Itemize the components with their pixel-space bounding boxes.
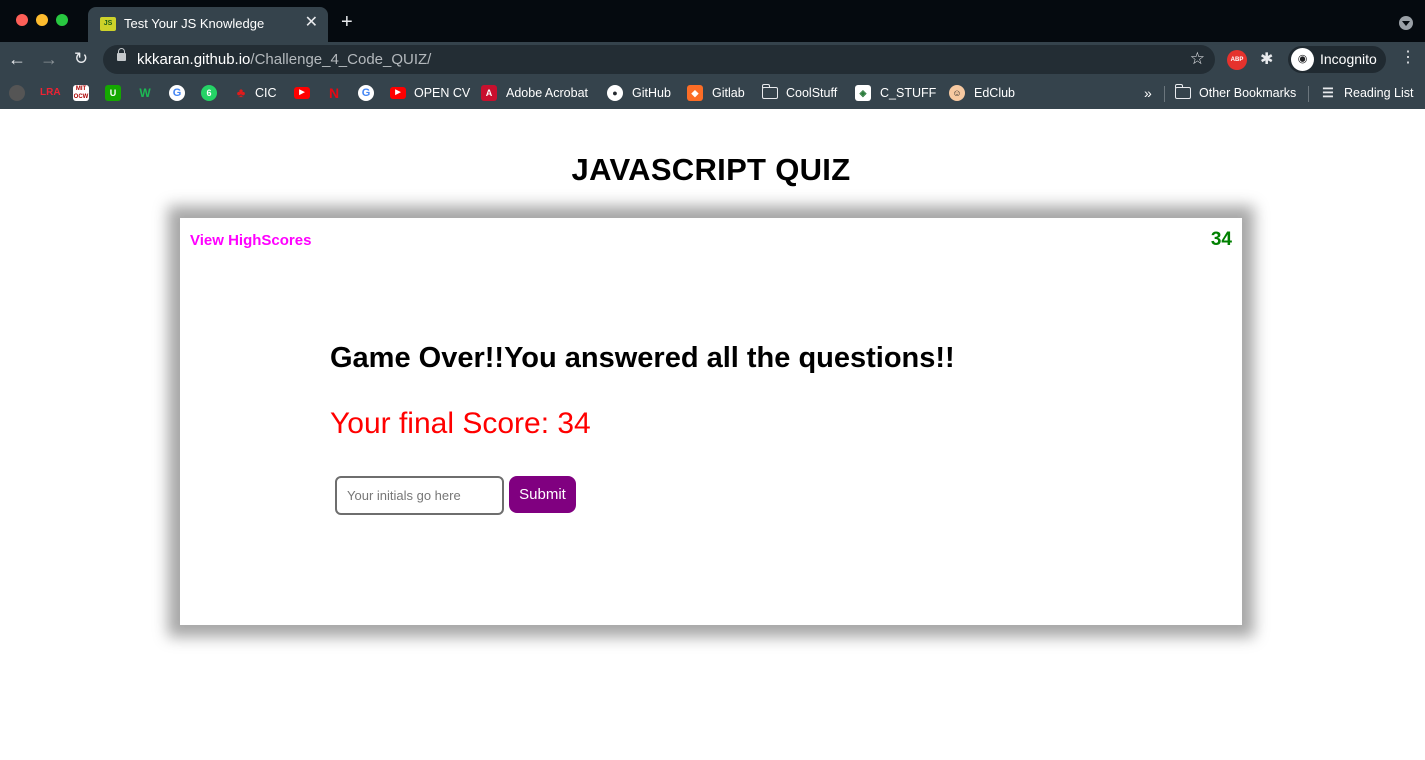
url-text[interactable]: kkkaran.github.io/Challenge_4_Code_QUIZ/ — [137, 51, 431, 68]
whatsapp-icon: 6 — [201, 85, 217, 101]
incognito-profile-button[interactable]: ◉ Incognito — [1288, 46, 1386, 73]
other-bookmarks-folder[interactable]: Other Bookmarks — [1175, 83, 1296, 103]
timer-value: 34 — [1210, 229, 1232, 250]
incognito-icon: ◉ — [1291, 48, 1314, 71]
bookmark-edclub[interactable]: ☺ EdClub — [949, 83, 1015, 103]
bookmark-label: EdClub — [974, 86, 1015, 100]
view-highscores-link[interactable]: View HighScores — [190, 232, 311, 249]
google-icon: G — [169, 85, 185, 101]
youtube-icon: ▶ — [390, 87, 406, 99]
bookmark-coolstuff[interactable]: CoolStuff — [762, 83, 837, 103]
reading-list-icon: ☰ — [1322, 85, 1334, 100]
active-tab[interactable]: JS Test Your JS Knowledge ✕ — [88, 7, 328, 42]
bookmark-label: Adobe Acrobat — [506, 86, 589, 100]
url-path: /Challenge_4_Code_QUIZ/ — [250, 51, 432, 68]
bookmark-item[interactable]: MIT OCW — [73, 83, 95, 103]
bookmark-star-icon[interactable]: ☆ — [1190, 49, 1205, 69]
bookmark-item[interactable] — [9, 83, 31, 103]
close-tab-icon[interactable]: ✕ — [305, 14, 318, 32]
w-icon: W — [139, 86, 151, 100]
bookmark-item[interactable]: U — [105, 83, 127, 103]
youtube-icon: ▶ — [294, 87, 310, 99]
cstuff-icon: ◈ — [855, 85, 871, 101]
mit-ocw-icon: MIT OCW — [73, 85, 89, 101]
quiz-favicon-icon: JS — [100, 17, 116, 31]
bookmark-label: CIC — [255, 86, 277, 100]
bookmark-item[interactable]: G — [358, 83, 380, 103]
browser-menu-icon[interactable]: ⋮ — [1400, 49, 1416, 67]
edclub-icon: ☺ — [949, 85, 965, 101]
close-window-button[interactable] — [16, 14, 28, 26]
bookmark-item[interactable]: ▶ — [294, 83, 316, 103]
reload-icon[interactable]: ↻ — [70, 48, 92, 70]
forward-arrow-icon[interactable]: → — [38, 48, 60, 70]
final-score-text: Your final Score: 34 — [330, 407, 591, 440]
extensions-puzzle-icon[interactable]: ✱ — [1260, 49, 1273, 69]
address-bar[interactable]: kkkaran.github.io/Challenge_4_Code_QUIZ/… — [103, 45, 1215, 74]
back-arrow-icon[interactable]: ← — [6, 48, 28, 70]
web-page: JAVASCRIPT QUIZ View HighScores 34 Game … — [0, 109, 1425, 760]
maple-leaf-icon: ♣ — [236, 85, 246, 100]
reading-list-button[interactable]: ☰ Reading List — [1320, 83, 1414, 103]
circle-icon — [9, 85, 25, 101]
initials-input[interactable] — [335, 476, 504, 515]
other-bookmarks-label: Other Bookmarks — [1199, 86, 1297, 100]
minimize-window-button[interactable] — [36, 14, 48, 26]
bookmark-item[interactable]: LRA — [40, 83, 64, 103]
page-title: JAVASCRIPT QUIZ — [571, 152, 851, 187]
browser-toolbar: ← → ↻ kkkaran.github.io/Challenge_4_Code… — [0, 42, 1425, 77]
game-over-heading: Game Over!!You answered all the question… — [330, 342, 955, 374]
bookmarks-bar: LRA MIT OCW U W G 6 ♣ CIC ▶ N G ▶ OPEN CV A… — [0, 77, 1425, 109]
bookmark-gitlab[interactable]: ◆ Gitlab — [687, 83, 745, 103]
bookmark-label: C_STUFF — [880, 86, 937, 100]
bookmark-label: Gitlab — [712, 86, 745, 100]
tab-title: Test Your JS Knowledge — [124, 16, 265, 31]
bookmark-cic[interactable]: ♣ CIC — [233, 83, 277, 103]
upwork-icon: U — [105, 85, 121, 101]
url-domain: kkkaran.github.io — [137, 51, 251, 68]
bookmark-item[interactable]: N — [326, 83, 348, 103]
acrobat-icon: A — [481, 85, 497, 101]
bookmark-c-stuff[interactable]: ◈ C_STUFF — [855, 83, 936, 103]
quiz-card: View HighScores 34 Game Over!!You answer… — [180, 218, 1242, 625]
maximize-window-button[interactable] — [56, 14, 68, 26]
bookmark-adobe-acrobat[interactable]: A Adobe Acrobat — [481, 83, 588, 103]
reading-list-label: Reading List — [1344, 86, 1414, 100]
github-icon: ● — [607, 85, 623, 101]
bookmark-label: GitHub — [632, 86, 671, 100]
folder-icon — [1175, 84, 1191, 99]
lock-icon[interactable] — [117, 48, 126, 61]
browser-tab-bar: JS Test Your JS Knowledge ✕ + — [0, 0, 1425, 42]
bookmark-item[interactable]: W — [137, 83, 159, 103]
bookmarks-overflow-chevron-icon[interactable]: » — [1144, 83, 1152, 103]
bookmark-item[interactable]: 6 — [201, 83, 223, 103]
bookmark-github[interactable]: ● GitHub — [607, 83, 671, 103]
bookmark-label: CoolStuff — [786, 86, 838, 100]
bookmark-open-cv[interactable]: ▶ OPEN CV — [390, 83, 470, 103]
bookmarks-divider — [1308, 86, 1309, 102]
new-tab-icon[interactable]: + — [341, 11, 353, 33]
google-icon: G — [358, 85, 374, 101]
tab-search-icon[interactable] — [1399, 16, 1413, 30]
bookmark-label: OPEN CV — [414, 86, 471, 100]
gitlab-icon: ◆ — [687, 85, 703, 101]
lra-icon: LRA — [40, 87, 61, 98]
adblock-plus-icon[interactable]: ABP — [1227, 50, 1247, 70]
folder-icon — [762, 84, 778, 99]
bookmark-item[interactable]: G — [169, 83, 191, 103]
incognito-label: Incognito — [1320, 51, 1377, 67]
netflix-icon: N — [328, 85, 340, 101]
submit-button[interactable]: Submit — [509, 476, 576, 513]
bookmarks-divider — [1164, 86, 1165, 102]
